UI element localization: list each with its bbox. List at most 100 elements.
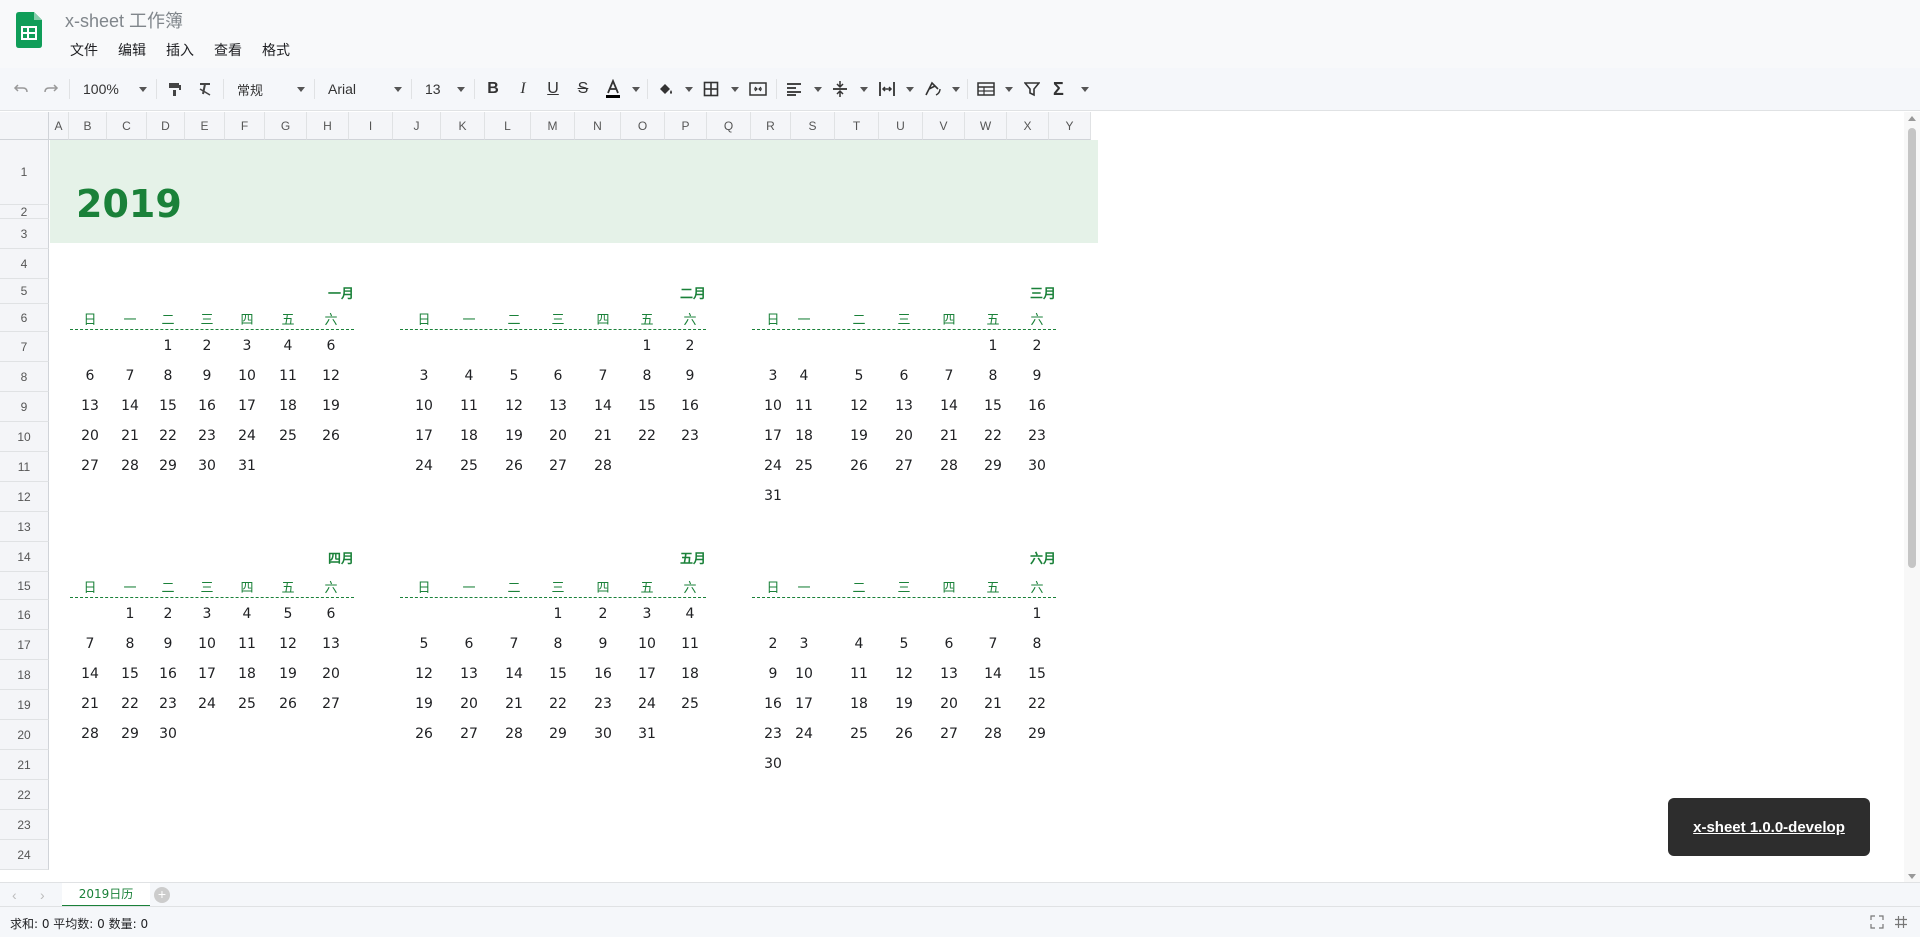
- weekday-label[interactable]: 五: [975, 309, 1011, 328]
- row-header[interactable]: 23: [0, 810, 49, 840]
- calendar-day[interactable]: 20: [886, 428, 922, 444]
- weekday-label[interactable]: 日: [72, 577, 108, 596]
- calendar-day[interactable]: 17: [229, 398, 265, 414]
- row-header[interactable]: 17: [0, 630, 49, 660]
- weekday-label[interactable]: 二: [150, 577, 186, 596]
- calendar-day[interactable]: 8: [975, 368, 1011, 384]
- calendar-day[interactable]: 6: [886, 368, 922, 384]
- calendar-day[interactable]: 16: [150, 666, 186, 682]
- month-title[interactable]: 五月: [626, 548, 706, 567]
- calendar-day[interactable]: 6: [451, 636, 487, 652]
- calendar-day[interactable]: 19: [406, 696, 442, 712]
- calendar-day[interactable]: 1: [150, 338, 186, 354]
- add-sheet-icon[interactable]: +: [154, 887, 170, 903]
- calendar-day[interactable]: 9: [672, 368, 708, 384]
- scroll-down-icon[interactable]: [1908, 874, 1916, 879]
- calendar-day[interactable]: 8: [112, 636, 148, 652]
- calendar-day[interactable]: 12: [270, 636, 306, 652]
- calendar-day[interactable]: 6: [931, 636, 967, 652]
- weekday-label[interactable]: 日: [72, 309, 108, 328]
- row-header[interactable]: 11: [0, 452, 49, 482]
- calendar-day[interactable]: 1: [1019, 606, 1055, 622]
- calendar-day[interactable]: 27: [540, 458, 576, 474]
- calendar-day[interactable]: 31: [229, 458, 265, 474]
- select-all-corner[interactable]: [0, 112, 49, 140]
- chevron-left-icon[interactable]: ‹: [12, 887, 17, 903]
- underline-button[interactable]: U: [538, 74, 568, 104]
- weekday-label[interactable]: 三: [540, 309, 576, 328]
- calendar-day[interactable]: 25: [841, 726, 877, 742]
- calendar-day[interactable]: 9: [150, 636, 186, 652]
- calendar-day[interactable]: 7: [72, 636, 108, 652]
- row-header[interactable]: 20: [0, 720, 49, 750]
- row-header[interactable]: 12: [0, 482, 49, 512]
- calendar-day[interactable]: 5: [496, 368, 532, 384]
- calendar-day[interactable]: 22: [975, 428, 1011, 444]
- calendar-day[interactable]: 29: [975, 458, 1011, 474]
- menu-file[interactable]: 文件: [60, 38, 108, 62]
- calendar-day[interactable]: 13: [451, 666, 487, 682]
- calendar-day[interactable]: 29: [112, 726, 148, 742]
- weekday-label[interactable]: 四: [931, 577, 967, 596]
- text-wrap-button[interactable]: [872, 74, 918, 104]
- calendar-day[interactable]: 16: [189, 398, 225, 414]
- menu-view[interactable]: 查看: [204, 38, 252, 62]
- calendar-day[interactable]: 4: [841, 636, 877, 652]
- calendar-day[interactable]: 7: [975, 636, 1011, 652]
- weekday-label[interactable]: 三: [189, 577, 225, 596]
- calendar-day[interactable]: 1: [629, 338, 665, 354]
- column-header[interactable]: O: [621, 112, 665, 140]
- calendar-day[interactable]: 18: [786, 428, 822, 444]
- row-header[interactable]: 8: [0, 362, 49, 392]
- calendar-day[interactable]: 26: [841, 458, 877, 474]
- calendar-day[interactable]: 2: [585, 606, 621, 622]
- weekday-label[interactable]: 二: [841, 577, 877, 596]
- calendar-day[interactable]: 20: [313, 666, 349, 682]
- row-header[interactable]: 6: [0, 304, 49, 332]
- calendar-day[interactable]: 20: [451, 696, 487, 712]
- calendar-day[interactable]: 10: [629, 636, 665, 652]
- calendar-day[interactable]: 11: [270, 368, 306, 384]
- calendar-day[interactable]: 11: [786, 398, 822, 414]
- weekday-label[interactable]: 日: [406, 577, 442, 596]
- month-title[interactable]: 一月: [274, 283, 354, 302]
- calendar-day[interactable]: 3: [406, 368, 442, 384]
- calendar-day[interactable]: 22: [150, 428, 186, 444]
- italic-button[interactable]: I: [508, 74, 538, 104]
- column-header[interactable]: S: [791, 112, 835, 140]
- column-header[interactable]: I: [349, 112, 393, 140]
- calendar-day[interactable]: 12: [313, 368, 349, 384]
- calendar-day[interactable]: 27: [886, 458, 922, 474]
- calendar-day[interactable]: 29: [150, 458, 186, 474]
- calendar-day[interactable]: 29: [540, 726, 576, 742]
- number-format-select[interactable]: 常规: [227, 74, 311, 104]
- redo-button[interactable]: [36, 74, 66, 104]
- calendar-day[interactable]: 17: [406, 428, 442, 444]
- row-header[interactable]: 3: [0, 219, 49, 249]
- calendar-day[interactable]: 25: [229, 696, 265, 712]
- calendar-day[interactable]: 26: [496, 458, 532, 474]
- calendar-day[interactable]: 7: [585, 368, 621, 384]
- calendar-day[interactable]: 28: [112, 458, 148, 474]
- calendar-day[interactable]: 9: [585, 636, 621, 652]
- weekday-label[interactable]: 三: [886, 577, 922, 596]
- calendar-day[interactable]: 4: [229, 606, 265, 622]
- calendar-day[interactable]: 11: [451, 398, 487, 414]
- calendar-day[interactable]: 28: [496, 726, 532, 742]
- weekday-label[interactable]: 一: [112, 309, 148, 328]
- menu-edit[interactable]: 编辑: [108, 38, 156, 62]
- weekday-label[interactable]: 五: [629, 577, 665, 596]
- weekday-label[interactable]: 一: [786, 577, 822, 596]
- function-button[interactable]: Σ: [1047, 74, 1093, 104]
- column-header[interactable]: H: [307, 112, 349, 140]
- calendar-day[interactable]: 24: [786, 726, 822, 742]
- weekday-label[interactable]: 三: [189, 309, 225, 328]
- calendar-day[interactable]: 4: [672, 606, 708, 622]
- calendar-day[interactable]: 17: [629, 666, 665, 682]
- calendar-day[interactable]: 23: [672, 428, 708, 444]
- column-header[interactable]: F: [225, 112, 265, 140]
- calendar-day[interactable]: 17: [786, 696, 822, 712]
- calendar-day[interactable]: 12: [406, 666, 442, 682]
- calendar-day[interactable]: 1: [112, 606, 148, 622]
- calendar-day[interactable]: 6: [540, 368, 576, 384]
